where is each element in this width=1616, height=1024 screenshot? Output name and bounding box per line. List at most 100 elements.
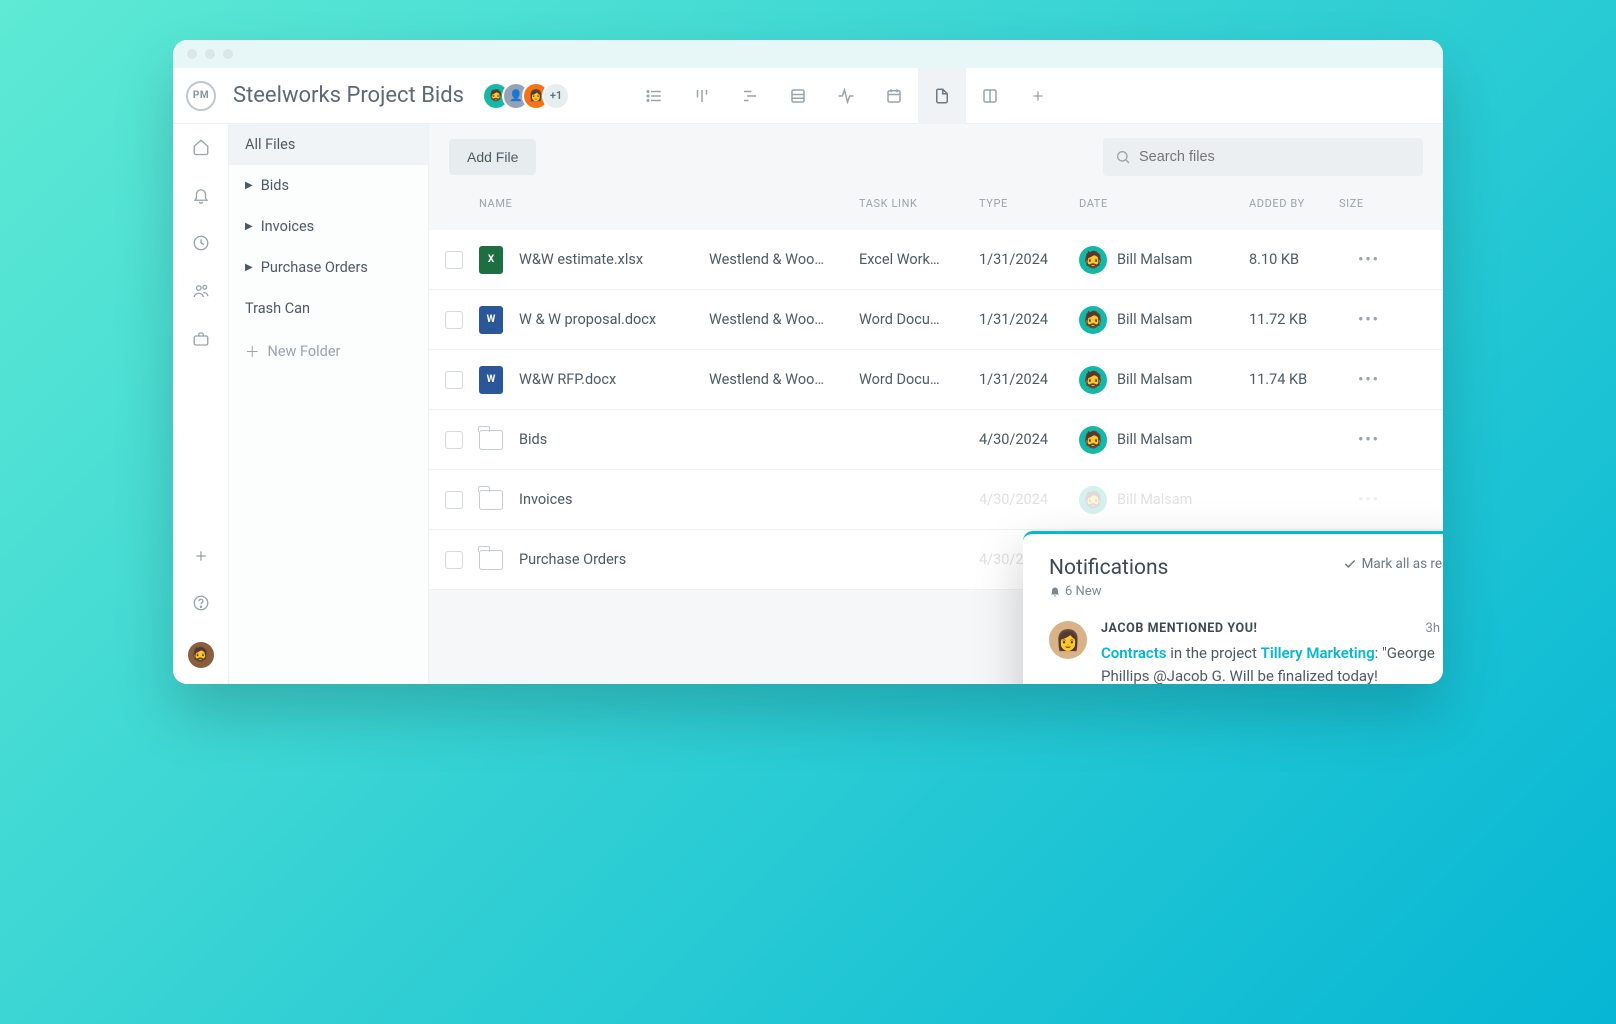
view-board-icon[interactable] [678,68,726,124]
row-actions-icon[interactable]: ••• [1339,371,1399,388]
add-file-button[interactable]: Add File [449,139,536,175]
folder-icon [479,550,503,570]
user-name: Bill Malsam [1117,431,1192,448]
row-checkbox[interactable] [445,431,463,449]
tree-label: New Folder [268,343,341,360]
file-type: Word Docu… [859,311,979,328]
file-size: 11.72 KB [1249,311,1339,328]
row-actions-icon[interactable]: ••• [1339,431,1399,448]
user-avatar[interactable]: 🧔 [188,642,214,668]
file-size: 8.10 KB [1249,251,1339,268]
user-name: Bill Malsam [1117,371,1192,388]
avatar: 🧔 [1079,246,1107,274]
search-input[interactable] [1139,149,1411,165]
search-input-wrap[interactable] [1103,138,1423,176]
tree-label: Trash Can [245,300,310,317]
tree-new-folder[interactable]: ＋ New Folder [229,329,428,374]
notification-time: 3h [1426,621,1440,636]
view-activity-icon[interactable] [822,68,870,124]
row-checkbox[interactable] [445,311,463,329]
word-file-icon: W [479,306,503,334]
view-tabs [630,68,1062,124]
view-calendar-icon[interactable] [870,68,918,124]
task-link[interactable]: Westlend & Woo… [709,311,859,328]
logo-text: PM [186,81,216,111]
view-sheet-icon[interactable] [774,68,822,124]
briefcase-icon[interactable] [192,330,210,352]
left-rail: 🧔 [173,124,229,684]
folder-icon [479,490,503,510]
check-icon [1343,557,1357,571]
col-task-link[interactable]: TASK LINK [859,197,979,210]
window-control-close[interactable] [187,49,197,59]
notification-item[interactable]: 👩 JACOB MENTIONED YOU! 3h Contracts in t… [1049,621,1443,685]
people-icon[interactable] [192,282,210,304]
notification-link[interactable]: Contracts [1101,644,1167,662]
view-gantt-icon[interactable] [726,68,774,124]
col-type[interactable]: TYPE [979,197,1079,210]
col-name[interactable]: NAME [479,197,709,210]
avatar: 🧔 [1079,426,1107,454]
row-checkbox[interactable] [445,371,463,389]
avatar-more[interactable]: +1 [542,82,570,110]
notification-link[interactable]: Tillery Marketing [1261,644,1375,662]
table-row[interactable]: WW&W RFP.docxWestlend & Woo…Word Docu…1/… [429,350,1443,410]
row-actions-icon[interactable]: ••• [1339,491,1399,508]
bell-icon[interactable] [192,186,210,208]
avatar: 🧔 [1079,366,1107,394]
row-checkbox[interactable] [445,251,463,269]
notification-heading: JACOB MENTIONED YOU! [1101,621,1418,636]
avatar: 👩 [1049,621,1087,659]
view-split-icon[interactable] [966,68,1014,124]
col-size[interactable]: SIZE [1339,197,1399,210]
file-name: Invoices [519,491,709,508]
added-by: 🧔 Bill Malsam [1079,366,1249,394]
tree-label: Invoices [261,218,314,235]
logo[interactable]: PM [173,81,229,111]
help-icon[interactable] [192,594,210,616]
window-control-max[interactable] [223,49,233,59]
tree-all-files[interactable]: All Files [229,124,428,165]
row-actions-icon[interactable]: ••• [1339,311,1399,328]
tree-label: All Files [245,136,295,153]
tree-folder-purchase-orders[interactable]: ▶ Purchase Orders [229,247,428,288]
task-link[interactable]: Westlend & Woo… [709,371,859,388]
tree-trash[interactable]: Trash Can [229,288,428,329]
word-file-icon: W [479,366,503,394]
task-link[interactable]: Westlend & Woo… [709,251,859,268]
file-date: 1/31/2024 [979,371,1079,388]
added-by: 🧔 Bill Malsam [1079,246,1249,274]
row-checkbox[interactable] [445,491,463,509]
collaborator-avatars[interactable]: 🧔 👤 👩 +1 [482,82,570,110]
table-row[interactable]: XW&W estimate.xlsxWestlend & Woo…Excel W… [429,230,1443,290]
file-name: Purchase Orders [519,551,709,568]
row-checkbox[interactable] [445,551,463,569]
file-date: 4/30/2024 [979,491,1079,508]
view-add-icon[interactable] [1014,68,1062,124]
table-row[interactable]: Invoices 4/30/2024🧔 Bill Malsam ••• [429,470,1443,530]
plus-icon[interactable] [193,548,209,568]
clock-icon[interactable] [192,234,210,256]
table-row[interactable]: WW & W proposal.docxWestlend & Woo…Word … [429,290,1443,350]
view-files-icon[interactable] [918,68,966,124]
col-added-by[interactable]: ADDED BY [1249,197,1339,210]
home-icon[interactable] [192,138,210,160]
row-actions-icon[interactable]: ••• [1339,251,1399,268]
file-name: W&W estimate.xlsx [519,251,709,268]
notification-text: Contracts in the project Tillery Marketi… [1101,642,1443,685]
user-name: Bill Malsam [1117,491,1192,508]
table-row[interactable]: Bids4/30/2024🧔Bill Malsam••• [429,410,1443,470]
col-date[interactable]: DATE [1079,197,1249,210]
file-name: W&W RFP.docx [519,371,709,388]
app-window: PM Steelworks Project Bids 🧔 👤 👩 +1 [173,40,1443,684]
tree-folder-invoices[interactable]: ▶ Invoices [229,206,428,247]
added-by: 🧔Bill Malsam [1079,306,1249,334]
page-title: Steelworks Project Bids [229,83,476,108]
window-control-min[interactable] [205,49,215,59]
view-list-icon[interactable] [630,68,678,124]
mark-all-read-button[interactable]: Mark all as read [1343,556,1443,572]
file-type: Excel Work… [859,251,979,268]
user-name: Bill Malsam [1117,251,1192,268]
tree-folder-bids[interactable]: ▶ Bids [229,165,428,206]
avatar: 🧔 [1079,486,1107,514]
